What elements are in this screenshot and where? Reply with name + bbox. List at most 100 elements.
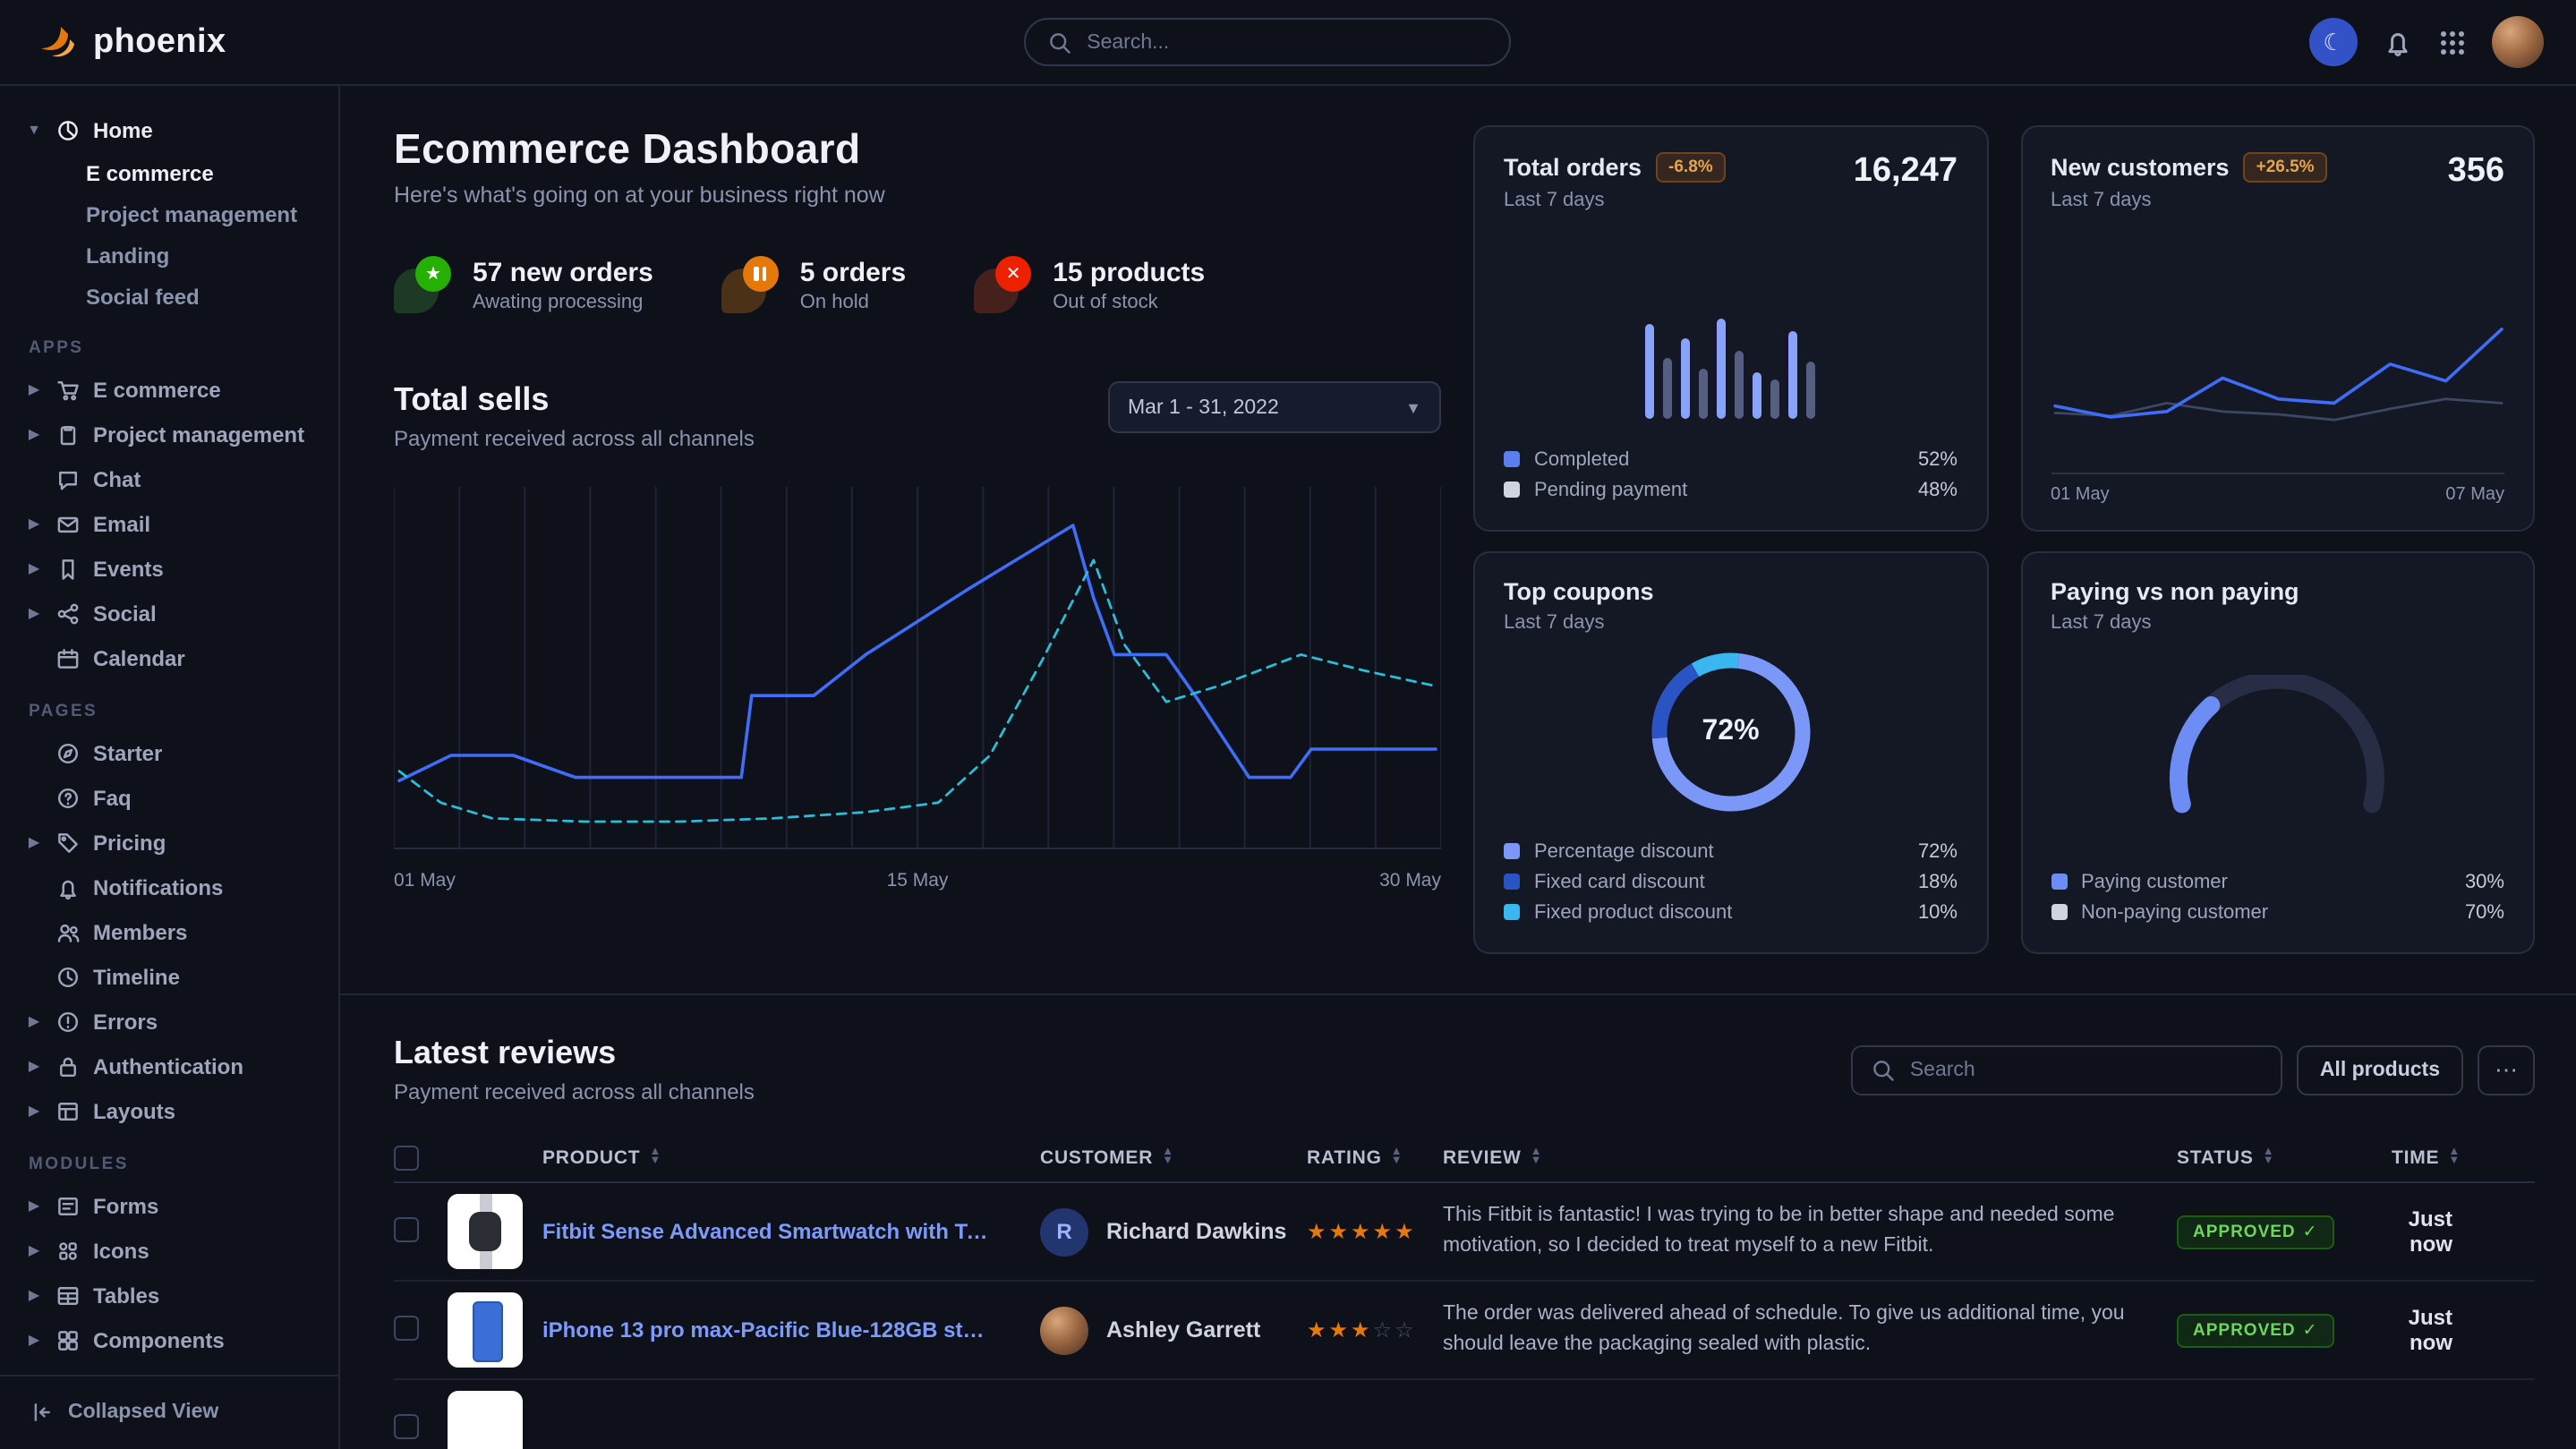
caret-right-icon: ▶ <box>25 1332 43 1348</box>
legend-value: 18% <box>1918 871 1958 892</box>
product-link[interactable]: Fitbit Sense Advanced Smartwatch with To… <box>542 1219 1040 1244</box>
x-axis-label: 01 May <box>394 870 456 891</box>
clipboard-icon <box>55 422 81 447</box>
sidebar-item-social[interactable]: ▶Social <box>25 591 324 635</box>
out-of-stock-icon: ✕ <box>974 256 1031 313</box>
sidebar-item-email[interactable]: ▶Email <box>25 501 324 546</box>
sidebar-item-project-management[interactable]: ▶Project management <box>25 412 324 456</box>
legend-row: Fixed product discount 10% <box>1504 897 1958 927</box>
paying-title: Paying vs non paying <box>2051 578 2299 605</box>
caret-right-icon: ▶ <box>25 381 43 397</box>
sidebar-item-landing[interactable]: Landing <box>25 234 324 276</box>
review-text: This Fitbit is fantastic! I was trying t… <box>1443 1202 2177 1262</box>
caret-right-icon: ▶ <box>25 560 43 576</box>
stat-caption: Awating processing <box>473 291 653 312</box>
column-time[interactable]: TIME▲▼ <box>2392 1146 2543 1168</box>
theme-toggle-button[interactable]: ☾ <box>2309 18 2358 66</box>
customer-cell: Ashley Garrett <box>1040 1306 1307 1354</box>
legend-row: Completed 52% <box>1504 444 1958 474</box>
column-review[interactable]: REVIEW▲▼ <box>1443 1146 2177 1168</box>
sidebar-item-faq[interactable]: Faq <box>25 775 324 820</box>
review-time: Just now <box>2392 1305 2535 1355</box>
legend-row: Paying customer 30% <box>2051 866 2504 897</box>
share-icon <box>55 601 81 626</box>
pause-icon <box>755 267 767 281</box>
legend-label: Percentage discount <box>1534 840 1714 862</box>
dashboard-left-column: Ecommerce Dashboard Here's what's going … <box>394 125 1441 993</box>
new-customers-badge: +26.5% <box>2244 152 2327 183</box>
sidebar-item-e-commerce[interactable]: E commerce <box>25 152 324 193</box>
sidebar-item-calendar[interactable]: Calendar <box>25 635 324 680</box>
row-checkbox[interactable] <box>394 1315 419 1340</box>
select-all-checkbox[interactable] <box>394 1145 419 1170</box>
brand[interactable]: phoenix <box>36 21 226 64</box>
sidebar-nav: ▼HomeE commerceProject managementLanding… <box>0 86 338 1374</box>
date-range-select[interactable]: Mar 1 - 31, 2022 ▼ <box>1108 381 1441 433</box>
notifications-button[interactable] <box>2383 27 2413 57</box>
bookmark-icon <box>55 556 81 581</box>
sidebar-item-tables[interactable]: ▶Tables <box>25 1273 324 1317</box>
section-label-pages: PAGES <box>29 702 324 721</box>
stat-value: 5 orders <box>800 257 906 287</box>
new-customers-card: New customers +26.5% Last 7 days 356 01 … <box>2020 125 2535 532</box>
sidebar-item-authentication[interactable]: ▶Authentication <box>25 1044 324 1088</box>
search-icon <box>1871 1057 1896 1082</box>
sidebar-item-pricing[interactable]: ▶Pricing <box>25 820 324 865</box>
caret-right-icon: ▶ <box>25 1242 43 1258</box>
sidebar-item-events[interactable]: ▶Events <box>25 546 324 591</box>
sidebar-item-home[interactable]: ▼Home <box>25 107 324 152</box>
sort-icon: ▲▼ <box>2448 1149 2461 1165</box>
sidebar-item-forms[interactable]: ▶Forms <box>25 1183 324 1228</box>
more-options-button[interactable]: ⋯ <box>2478 1044 2535 1095</box>
sidebar-item-project-management[interactable]: Project management <box>25 193 324 234</box>
status-badge: APPROVED ✓ <box>2177 1313 2334 1347</box>
sidebar-item-layouts[interactable]: ▶Layouts <box>25 1088 324 1133</box>
sort-icon: ▲▼ <box>2263 1149 2275 1165</box>
top-navbar: phoenix ☾ <box>0 0 2576 86</box>
column-rating[interactable]: RATING▲▼ <box>1307 1146 1443 1168</box>
total-sells-header: Total sells Payment received across all … <box>394 381 1441 451</box>
sidebar-item-timeline[interactable]: Timeline <box>25 954 324 999</box>
row-checkbox[interactable] <box>394 1413 419 1438</box>
reviews-search[interactable] <box>1851 1044 2282 1095</box>
all-products-button[interactable]: All products <box>2297 1044 2463 1095</box>
user-avatar[interactable] <box>2492 16 2544 68</box>
sidebar-item-starter[interactable]: Starter <box>25 730 324 775</box>
sidebar-item-chat[interactable]: Chat <box>25 456 324 501</box>
global-search-input[interactable] <box>1087 31 1488 53</box>
tag-icon <box>55 830 81 855</box>
product-image <box>448 1292 523 1368</box>
sidebar-item-components[interactable]: ▶Components <box>25 1317 324 1362</box>
review-time: Just now <box>2392 1206 2535 1257</box>
sidebar-item-social-feed[interactable]: Social feed <box>25 276 324 317</box>
layout-icon <box>55 1098 81 1123</box>
total-sells-x-labels: 01 May15 May30 May <box>394 870 1441 891</box>
x-axis-label: 30 May <box>1379 870 1441 891</box>
top-coupons-title: Top coupons <box>1504 578 1654 605</box>
total-sells-chart-svg <box>394 480 1441 856</box>
sidebar-item-notifications[interactable]: Notifications <box>25 865 324 909</box>
bell-icon <box>55 874 81 899</box>
new-customers-chart <box>2051 226 2504 473</box>
row-checkbox[interactable] <box>394 1216 419 1241</box>
sidebar-item-icons[interactable]: ▶Icons <box>25 1228 324 1273</box>
collapsed-view-button[interactable]: Collapsed View <box>0 1374 338 1449</box>
order-bar <box>1736 351 1744 419</box>
sidebar-item-errors[interactable]: ▶Errors <box>25 999 324 1044</box>
legend-value: 48% <box>1918 479 1958 500</box>
column-customer[interactable]: CUSTOMER▲▼ <box>1040 1146 1307 1168</box>
column-product[interactable]: PRODUCT▲▼ <box>542 1146 1040 1168</box>
total-orders-title: Total orders <box>1504 154 1642 181</box>
total-orders-legend: Completed 52% Pending payment 48% <box>1504 444 1958 505</box>
reviews-search-input[interactable] <box>1910 1059 2263 1080</box>
apps-grid-button[interactable] <box>2438 28 2467 56</box>
reviews-title: Latest reviews <box>394 1035 755 1072</box>
calendar-icon <box>55 645 81 670</box>
column-status[interactable]: STATUS▲▼ <box>2177 1146 2392 1168</box>
legend-label: Fixed product discount <box>1534 901 1732 923</box>
app-root: phoenix ☾ ▼HomeE commerce <box>0 0 2576 1449</box>
product-link[interactable]: iPhone 13 pro max-Pacific Blue-128GB sto… <box>542 1317 1040 1342</box>
sidebar-item-e-commerce[interactable]: ▶E commerce <box>25 367 324 412</box>
global-search[interactable] <box>1024 18 1511 66</box>
sidebar-item-members[interactable]: Members <box>25 909 324 954</box>
